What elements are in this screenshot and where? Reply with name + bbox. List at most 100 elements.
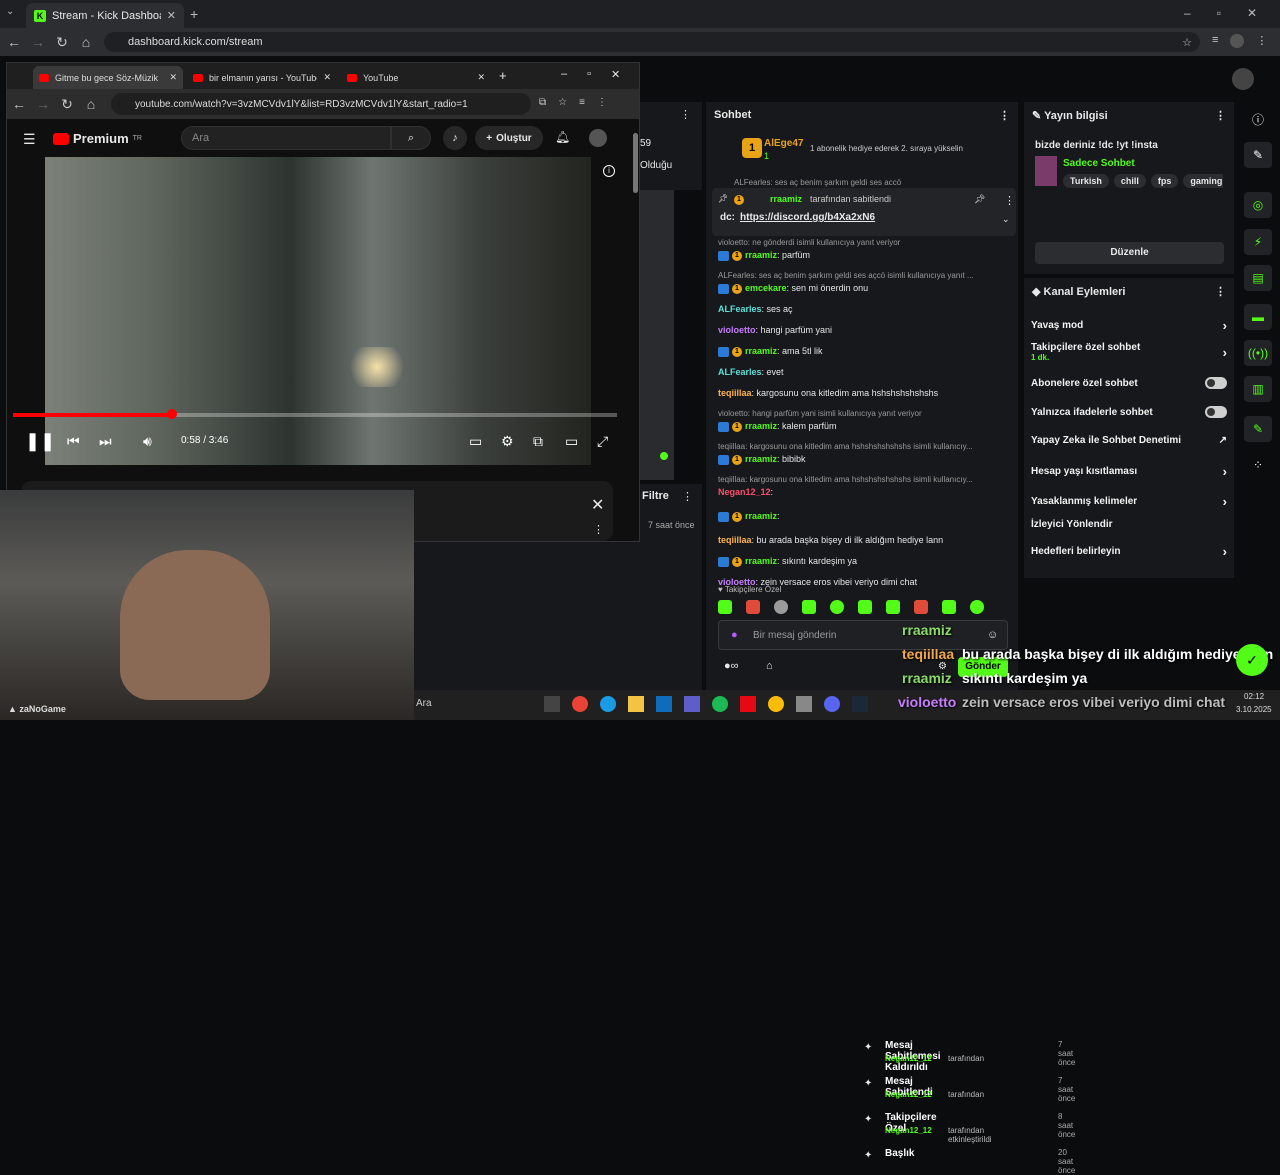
yt-tab-2[interactable]: bir elmanın yarısı - YouTube ✕ xyxy=(187,66,337,89)
clipboard-icon[interactable]: ▤ xyxy=(1244,265,1272,291)
reload-icon[interactable]: ↻ xyxy=(55,96,79,113)
event-user[interactable]: Negan12_12 xyxy=(885,1126,932,1135)
emoji-icon[interactable]: ☺ xyxy=(987,629,998,641)
dialog-menu-icon[interactable]: ⋮ xyxy=(593,523,604,536)
app-icon[interactable] xyxy=(796,696,812,712)
emote-icon[interactable] xyxy=(942,600,956,614)
chat-username[interactable]: teqiillaa xyxy=(718,535,752,545)
points-icon[interactable]: ●∞ xyxy=(724,660,739,672)
chat-username[interactable]: emcekare xyxy=(745,283,787,293)
maximize-icon[interactable]: ▫ xyxy=(1217,6,1221,20)
channel-action-row[interactable]: İzleyici Yönlendir xyxy=(1031,519,1227,530)
yt-tab-3[interactable]: YouTube ✕ xyxy=(341,66,491,89)
channel-action-row[interactable]: Abonelere özel sohbet xyxy=(1031,377,1227,389)
category-name[interactable]: Sadece Sohbet xyxy=(1063,158,1135,169)
chat-username[interactable]: teqiillaa xyxy=(718,388,752,398)
back-icon[interactable]: ← xyxy=(7,96,31,112)
broadcast-icon[interactable]: ((•)) xyxy=(1244,340,1272,366)
outer-address-bar[interactable]: dashboard.kick.com/stream ☆ xyxy=(104,32,1200,52)
yt-search-input[interactable]: Ara xyxy=(181,126,391,150)
hamburger-icon[interactable]: ☰ xyxy=(23,131,36,148)
minimize-icon[interactable]: – xyxy=(561,68,567,81)
app-icon[interactable] xyxy=(740,696,756,712)
emote-icon[interactable] xyxy=(802,600,816,614)
info-icon[interactable]: i xyxy=(603,165,615,177)
outer-tab-kick[interactable]: K Stream - Kick Dashboard ✕ xyxy=(26,3,184,28)
emote-icon[interactable] xyxy=(970,600,984,614)
pause-icon[interactable]: ❚❚ xyxy=(25,431,55,452)
channel-action-row[interactable]: Yalnızca ifadelerle sohbet xyxy=(1031,406,1227,418)
yt-scrollbar[interactable] xyxy=(633,133,638,193)
next-icon[interactable]: ⏭︎ xyxy=(99,433,112,450)
layout-icon[interactable]: ▥ xyxy=(1244,376,1272,402)
chat-username[interactable]: rraamiz xyxy=(745,421,777,431)
video-player[interactable] xyxy=(45,157,591,465)
edit-button[interactable]: Düzenle xyxy=(1035,242,1224,264)
lightning-icon[interactable]: ⚡︎ xyxy=(1244,229,1272,255)
media-icon[interactable]: ≡ xyxy=(1212,34,1218,48)
yt-tab-1[interactable]: Gitme bu gece Söz-Müzik ✕ xyxy=(33,66,183,89)
channel-actions-menu-icon[interactable]: ⋮ xyxy=(1215,285,1226,298)
filter-label[interactable]: Filtre xyxy=(642,490,669,502)
emote-icon[interactable] xyxy=(858,600,872,614)
filter-menu-icon[interactable]: ⋮ xyxy=(682,490,693,503)
stream-tag[interactable]: fps xyxy=(1150,174,1179,188)
pin-menu-icon[interactable]: ⋮ xyxy=(1004,194,1015,207)
app-icon[interactable] xyxy=(544,696,560,712)
reload-icon[interactable]: ↻ xyxy=(50,34,74,51)
target-icon[interactable]: ◎ xyxy=(1244,192,1272,218)
close-icon[interactable]: ✕ xyxy=(591,495,604,515)
previous-icon[interactable]: ⏮︎ xyxy=(67,433,80,450)
chat-username[interactable]: Negan12_12 xyxy=(718,487,771,497)
media-icon[interactable]: ≡ xyxy=(579,97,585,108)
toggle-switch[interactable] xyxy=(1205,406,1227,418)
settings-icon[interactable]: ⚙ xyxy=(501,433,514,450)
app-icon[interactable] xyxy=(824,696,840,712)
stream-tag[interactable]: Turkish xyxy=(1063,174,1109,188)
chat-username[interactable]: ALFearles xyxy=(718,304,762,314)
channel-action-row[interactable]: Yasaklanmış kelimeler › xyxy=(1031,494,1227,509)
top-gifter-name[interactable]: AlEge47 xyxy=(764,138,803,149)
app-icon[interactable] xyxy=(768,696,784,712)
stream-tag[interactable]: gaming xyxy=(1183,174,1223,188)
microphone-icon[interactable]: ♪ xyxy=(443,126,467,150)
minimize-icon[interactable]: – xyxy=(1184,6,1191,20)
chat-username[interactable]: rraamiz xyxy=(745,346,777,356)
wrench-icon[interactable]: ✎ xyxy=(1244,416,1272,442)
close-icon[interactable]: ✕ xyxy=(169,72,177,83)
forward-icon[interactable]: → xyxy=(26,34,50,50)
event-user[interactable]: Negan12_12 xyxy=(885,1054,932,1063)
app-icon[interactable] xyxy=(572,696,588,712)
app-icon[interactable] xyxy=(656,696,672,712)
emote-icon[interactable] xyxy=(886,600,900,614)
app-icon[interactable] xyxy=(852,696,868,712)
app-icon[interactable] xyxy=(628,696,644,712)
chat-username[interactable]: rraamiz xyxy=(745,454,777,464)
toggle-switch[interactable] xyxy=(1205,377,1227,389)
close-icon[interactable]: ✕ xyxy=(167,9,176,22)
search-icon[interactable]: ⌕ xyxy=(391,126,431,150)
create-button[interactable]: + Oluştur xyxy=(475,126,543,150)
emote-icon[interactable] xyxy=(746,600,760,614)
back-icon[interactable]: ← xyxy=(2,34,26,50)
new-tab-icon[interactable]: + xyxy=(499,68,507,83)
bell-icon[interactable]: 🔔︎ xyxy=(555,130,570,144)
forward-icon[interactable]: → xyxy=(31,96,55,112)
emote-icon[interactable] xyxy=(774,600,788,614)
pencil-icon[interactable]: ✎ xyxy=(1244,142,1272,168)
chat-menu-icon[interactable]: ⋮ xyxy=(999,109,1010,122)
store-icon[interactable]: ⌂ xyxy=(766,660,773,672)
tab-menu-icon[interactable]: ⌄ xyxy=(6,6,22,22)
new-tab-icon[interactable]: + xyxy=(190,6,198,22)
event-user[interactable]: Negan12_12 xyxy=(885,1090,932,1099)
bookmark-star-icon[interactable]: ☆ xyxy=(558,97,567,108)
profile-avatar[interactable] xyxy=(1230,34,1245,48)
fullscreen-icon[interactable]: ⤢ xyxy=(597,433,608,450)
yt-avatar[interactable] xyxy=(589,129,607,147)
chat-username[interactable]: rraamiz xyxy=(745,556,777,566)
chat-username[interactable]: ALFearles xyxy=(718,367,762,377)
home-icon[interactable]: ⌂ xyxy=(74,34,98,50)
stream-info-menu-icon[interactable]: ⋮ xyxy=(1215,109,1226,122)
emote-icon[interactable] xyxy=(718,600,732,614)
menu-icon[interactable]: ⋮ xyxy=(597,97,607,108)
